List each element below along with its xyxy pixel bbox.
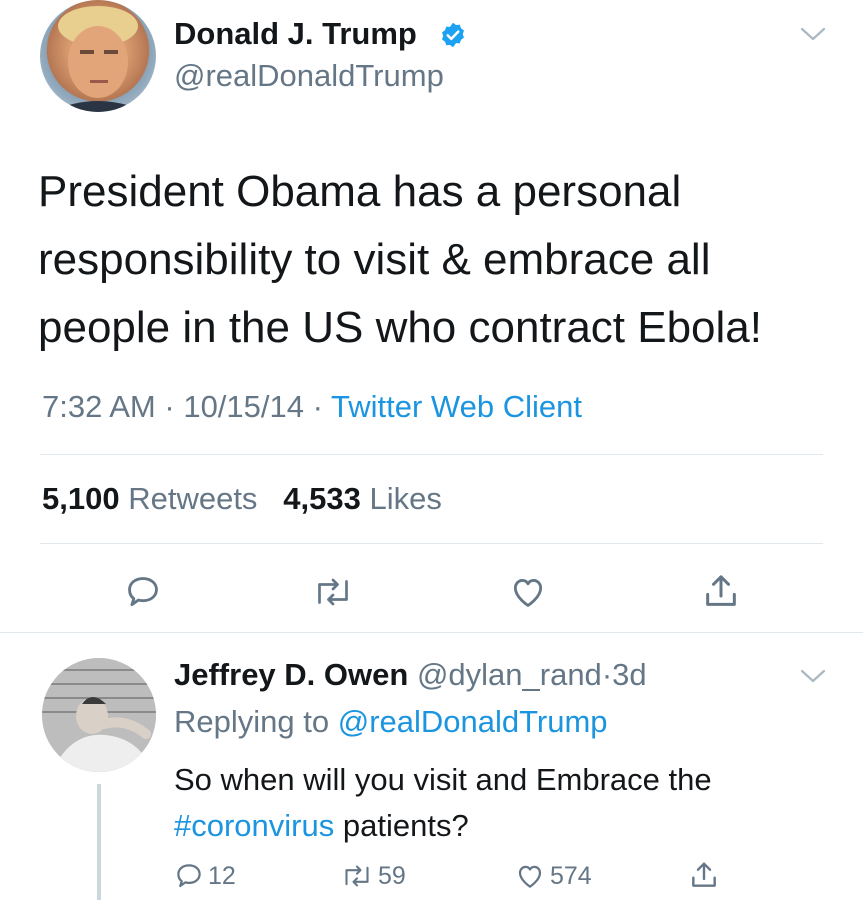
retweet-icon[interactable] <box>308 570 358 614</box>
tweet-meta: 7:32 AM · 10/15/14 · Twitter Web Client <box>42 388 582 426</box>
meta-separator: · <box>312 389 323 424</box>
likes-count: 4,533 <box>283 481 361 516</box>
chevron-down-icon[interactable] <box>798 22 828 46</box>
retweets-label: Retweets <box>128 481 258 516</box>
retweets-stat[interactable]: 5,100 Retweets <box>42 481 266 516</box>
reply-icon[interactable] <box>118 570 168 614</box>
like-icon[interactable] <box>503 570 553 614</box>
reply-action-retweet[interactable]: 59 <box>340 858 406 894</box>
reply-text-end: patients? <box>334 808 469 843</box>
reply-text-body: So when will you visit and Embrace the <box>174 762 712 797</box>
replying-to-handle[interactable]: @realDonaldTrump <box>338 704 608 739</box>
retweet-count: 59 <box>378 861 406 890</box>
reply-author-avatar[interactable] <box>42 658 156 772</box>
like-count: 574 <box>550 861 592 890</box>
divider <box>40 543 823 544</box>
meta-separator: · <box>601 657 613 692</box>
retweet-icon <box>340 862 374 890</box>
reply-action-like[interactable]: 574 <box>514 858 592 894</box>
retweets-count: 5,100 <box>42 481 120 516</box>
reply-count: 12 <box>208 861 236 890</box>
verified-badge-icon <box>438 20 468 50</box>
reply-action-reply[interactable]: 12 <box>174 858 236 894</box>
replying-to-label: Replying to <box>174 704 330 739</box>
thread-line <box>97 784 101 900</box>
reply-header: Jeffrey D. Owen @dylan_rand·3d <box>174 656 647 694</box>
tweet-text: President Obama has a personal responsib… <box>38 167 763 352</box>
likes-label: Likes <box>369 481 442 516</box>
tweet-date: 10/15/14 <box>183 389 304 424</box>
likes-stat[interactable]: 4,533 Likes <box>283 481 442 516</box>
divider <box>40 454 823 455</box>
reply-author-name[interactable]: Jeffrey D. Owen <box>174 657 408 692</box>
tweet-source[interactable]: Twitter Web Client <box>331 389 582 424</box>
chevron-down-icon[interactable] <box>798 664 828 688</box>
share-icon[interactable] <box>686 856 722 894</box>
reply-icon <box>174 861 204 891</box>
reply-author-handle[interactable]: @dylan_rand <box>417 657 602 692</box>
reply-hashtag[interactable]: #coronvirus <box>174 808 334 843</box>
share-icon[interactable] <box>696 568 746 614</box>
author-avatar[interactable] <box>40 0 156 112</box>
tweet-time: 7:32 AM <box>42 389 156 424</box>
reply-age[interactable]: 3d <box>612 657 646 692</box>
divider <box>0 632 863 633</box>
author-name[interactable]: Donald J. Trump <box>174 15 417 53</box>
replying-to: Replying to @realDonaldTrump <box>174 703 608 741</box>
meta-separator: · <box>164 389 175 424</box>
author-handle[interactable]: @realDonaldTrump <box>174 57 444 95</box>
tweet-stats: 5,100 Retweets 4,533 Likes <box>42 480 442 518</box>
reply-text: So when will you visit and Embrace the #… <box>174 757 814 849</box>
like-icon <box>514 861 546 891</box>
